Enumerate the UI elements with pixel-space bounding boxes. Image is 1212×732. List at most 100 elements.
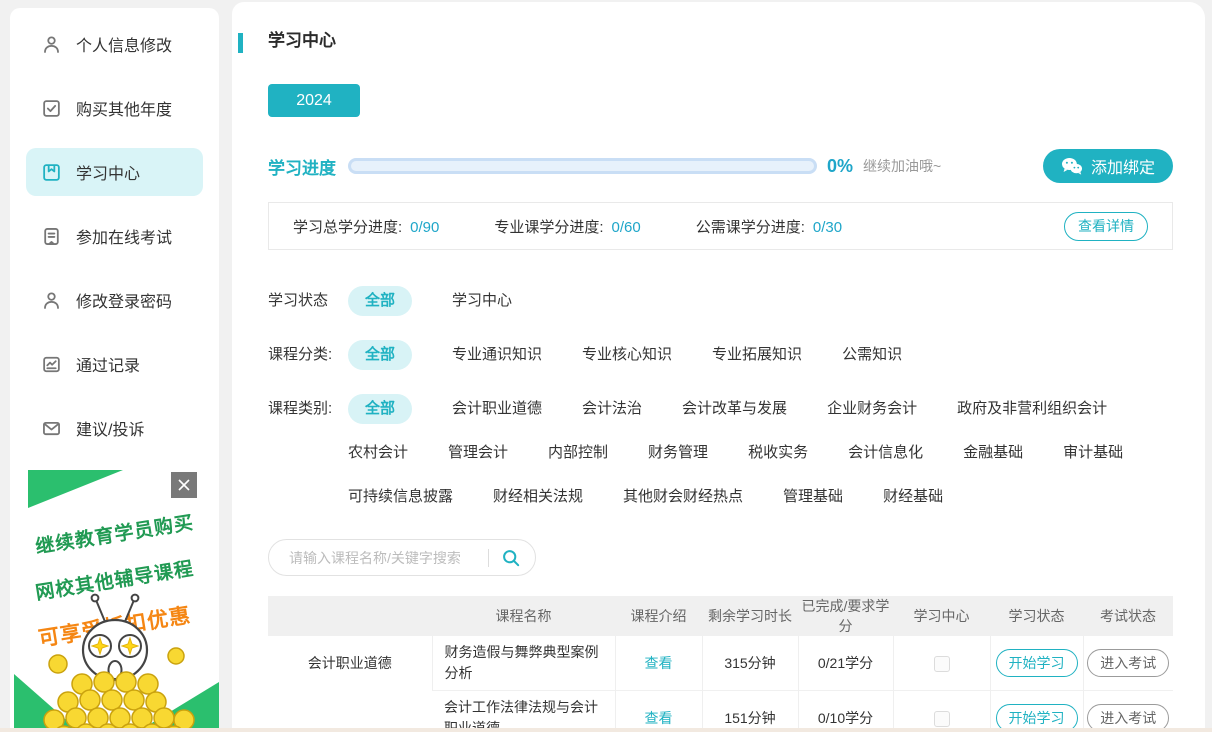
filter-row-course-category: 课程分类:全部 专业通识知识 专业核心知识 专业拓展知识 公需知识 xyxy=(268,340,1173,370)
credit-summary-box: 学习总学分进度:0/90专业课学分进度:0/60公需课学分进度:0/30查看详情 xyxy=(268,202,1173,250)
sidebar-item-purchase-year[interactable]: 购买其他年度 xyxy=(26,84,203,132)
progress-section: 学习进度 0% 继续加油哦~ 添加绑定 xyxy=(268,149,1173,183)
filter-option[interactable]: 农村会计 xyxy=(348,438,408,468)
checkbox-icon xyxy=(40,97,62,119)
exam-status-cell: 进入考试 xyxy=(1083,691,1173,732)
sidebar-item-online-exam[interactable]: 参加在线考试 xyxy=(26,212,203,260)
view-details-button[interactable]: 查看详情 xyxy=(1064,212,1148,241)
close-icon[interactable] xyxy=(171,472,197,498)
banner-triangle-top-left xyxy=(28,470,123,508)
course-name-cell: 财务造假与舞弊典型案例分析 xyxy=(432,636,615,691)
promo-banner: 继续教育学员购买 网校其他辅导课程 可享受折扣优惠 xyxy=(10,470,219,732)
filter-option[interactable]: 税收实务 xyxy=(748,438,808,468)
filter-option[interactable]: 财经基础 xyxy=(883,482,943,512)
credit-value: 0/30 xyxy=(813,219,842,236)
sidebar-item-change-password[interactable]: 修改登录密码 xyxy=(26,276,203,324)
search-button[interactable] xyxy=(501,548,521,568)
view-intro-link[interactable]: 查看 xyxy=(645,655,673,671)
course-checkbox[interactable] xyxy=(934,656,950,672)
sidebar-item-profile[interactable]: 个人信息修改 xyxy=(26,20,203,68)
filter-option[interactable]: 会计信息化 xyxy=(848,438,923,468)
credit-label: 学习总学分进度: xyxy=(293,219,402,236)
sidebar-item-study-center[interactable]: 学习中心 xyxy=(26,148,203,196)
filter-option[interactable]: 会计职业道德 xyxy=(452,394,542,424)
progress-bar xyxy=(348,158,817,174)
sidebar-item-pass-records[interactable]: 通过记录 xyxy=(26,340,203,388)
table-header-cell: 学习中心 xyxy=(893,596,990,636)
filter-label: 课程类别: xyxy=(268,394,348,424)
sidebar-item-label: 购买其他年度 xyxy=(76,96,172,120)
filter-option[interactable]: 会计法治 xyxy=(582,394,642,424)
filter-option-selected[interactable]: 全部 xyxy=(348,286,412,316)
study-status-cell: 开始学习 xyxy=(990,636,1083,691)
sidebar-menu: 个人信息修改购买其他年度学习中心参加在线考试修改登录密码通过记录建议/投诉 xyxy=(10,8,219,452)
view-intro-link[interactable]: 查看 xyxy=(645,710,673,726)
filter-options: 全部 专业通识知识 专业核心知识 专业拓展知识 公需知识 xyxy=(348,340,1168,370)
credits-cell: 0/10学分 xyxy=(798,691,893,732)
credit-label: 公需课学分进度: xyxy=(696,219,805,236)
filter-option-selected[interactable]: 全部 xyxy=(348,340,412,370)
study-status-cell: 开始学习 xyxy=(990,691,1083,732)
chart-icon xyxy=(40,353,62,375)
filter-option-selected[interactable]: 全部 xyxy=(348,394,412,424)
table-header-cell: 学习状态 xyxy=(990,596,1083,636)
filter-option[interactable]: 政府及非营利组织会计 xyxy=(957,394,1107,424)
bookmark-icon xyxy=(40,161,62,183)
sidebar-item-feedback[interactable]: 建议/投诉 xyxy=(26,404,203,452)
filter-row-study-status: 学习状态全部 学习中心 xyxy=(268,286,1173,316)
horizontal-scrollbar[interactable] xyxy=(0,728,1212,732)
filter-option[interactable]: 财务管理 xyxy=(648,438,708,468)
table-row: 会计职业道德财务造假与舞弊典型案例分析查看315分钟0/21学分开始学习进入考试 xyxy=(268,636,1173,691)
filter-option[interactable]: 其他财会财经热点 xyxy=(623,482,743,512)
filter-option[interactable]: 会计改革与发展 xyxy=(682,394,787,424)
wechat-icon xyxy=(1061,157,1083,175)
filter-option[interactable]: 管理会计 xyxy=(448,438,508,468)
sidebar-item-label: 学习中心 xyxy=(76,160,140,184)
filter-option[interactable]: 学习中心 xyxy=(452,286,512,316)
filter-label: 学习状态 xyxy=(268,286,348,316)
filter-option[interactable]: 管理基础 xyxy=(783,482,843,512)
filter-option[interactable]: 企业财务会计 xyxy=(827,394,917,424)
remaining-duration-cell: 315分钟 xyxy=(702,636,798,691)
credit-value: 0/90 xyxy=(410,219,439,236)
progress-encourage-text: 继续加油哦~ xyxy=(863,156,941,176)
search-divider xyxy=(488,549,489,567)
table-header-cell: 已完成/要求学分 xyxy=(798,596,893,636)
filter-options: 全部会计职业道德会计法治会计改革与发展企业财务会计政府及非营利组织会计农村会计管… xyxy=(348,394,1168,512)
sidebar: 个人信息修改购买其他年度学习中心参加在线考试修改登录密码通过记录建议/投诉 继续… xyxy=(10,8,219,732)
progress-label: 学习进度 xyxy=(268,154,336,179)
filter-option[interactable]: 内部控制 xyxy=(548,438,608,468)
year-tab-2024[interactable]: 2024 xyxy=(268,84,360,117)
sidebar-item-label: 参加在线考试 xyxy=(76,224,172,248)
user-icon xyxy=(40,289,62,311)
filter-option[interactable]: 可持续信息披露 xyxy=(348,482,453,512)
course-intro-cell: 查看 xyxy=(615,691,702,732)
filter-option[interactable]: 公需知识 xyxy=(842,340,902,370)
course-search-box xyxy=(268,539,536,576)
credit-progress-item: 公需课学分进度: 0/30 xyxy=(696,216,842,237)
remaining-duration-cell: 151分钟 xyxy=(702,691,798,732)
filter-option[interactable]: 财经相关法规 xyxy=(493,482,583,512)
table-header-cell: 考试状态 xyxy=(1083,596,1173,636)
credit-progress-item: 学习总学分进度: 0/90 xyxy=(293,216,439,237)
enter-exam-button[interactable]: 进入考试 xyxy=(1087,649,1169,677)
page: 个人信息修改购买其他年度学习中心参加在线考试修改登录密码通过记录建议/投诉 继续… xyxy=(0,0,1212,732)
document-icon xyxy=(40,225,62,247)
course-name-cell: 会计工作法律法规与会计职业道德 xyxy=(432,691,615,732)
start-study-button[interactable]: 开始学习 xyxy=(996,649,1078,677)
table-header-cell: 课程名称 xyxy=(432,596,615,636)
study-center-cell xyxy=(893,636,990,691)
sidebar-item-label: 通过记录 xyxy=(76,352,140,376)
sidebar-item-label: 个人信息修改 xyxy=(76,32,172,56)
filter-option[interactable]: 专业通识知识 xyxy=(452,340,542,370)
table-header-cell: 剩余学习时长 xyxy=(702,596,798,636)
filter-option[interactable]: 专业核心知识 xyxy=(582,340,672,370)
filter-option[interactable]: 金融基础 xyxy=(963,438,1023,468)
search-input[interactable] xyxy=(289,550,484,566)
course-checkbox[interactable] xyxy=(934,711,950,727)
filter-option[interactable]: 审计基础 xyxy=(1063,438,1123,468)
filter-label: 课程分类: xyxy=(268,340,348,370)
add-binding-button[interactable]: 添加绑定 xyxy=(1043,149,1173,183)
filter-option[interactable]: 专业拓展知识 xyxy=(712,340,802,370)
add-binding-label: 添加绑定 xyxy=(1091,154,1155,178)
